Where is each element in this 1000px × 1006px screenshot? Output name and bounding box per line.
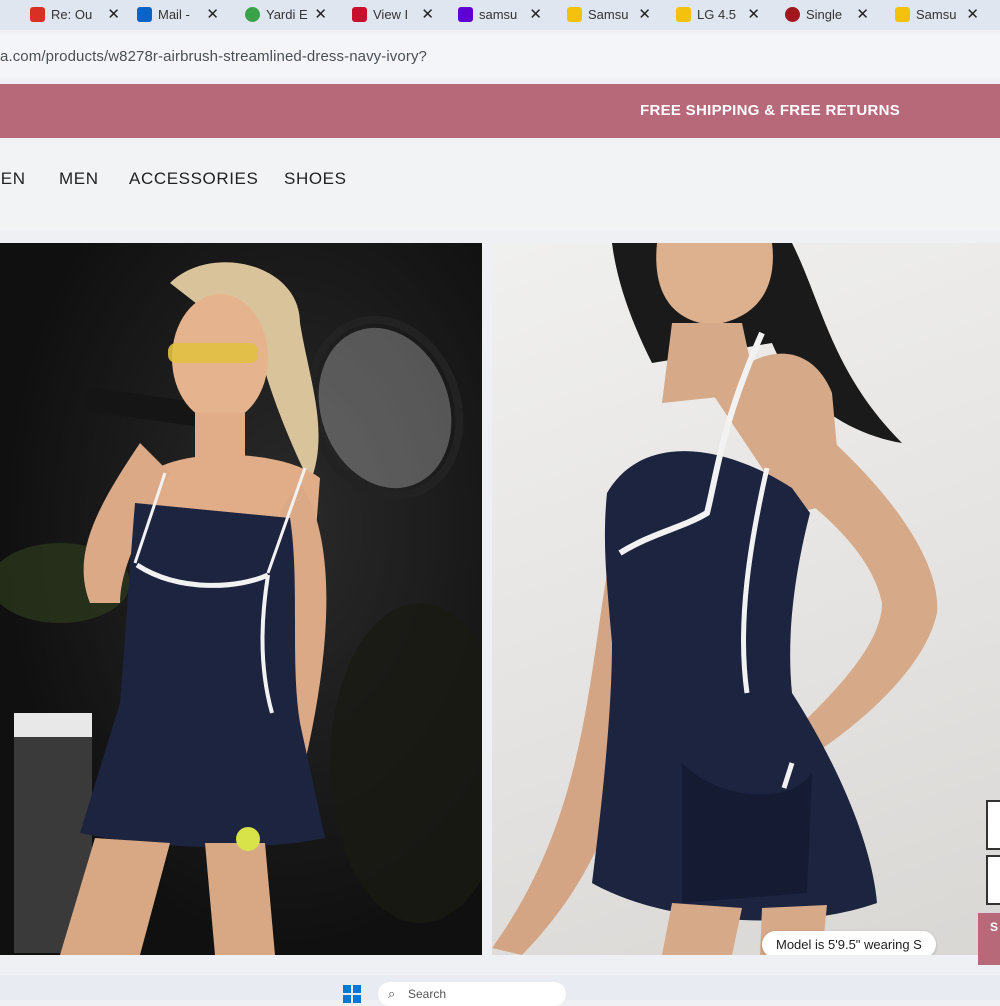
tab-yahoo-search[interactable]: samsu ✕ bbox=[458, 0, 542, 28]
tab-yardi[interactable]: Yardi E ✕ bbox=[245, 0, 327, 28]
close-tab-icon[interactable]: ✕ bbox=[747, 5, 760, 23]
close-tab-icon[interactable]: ✕ bbox=[638, 5, 651, 23]
tab-title: samsu bbox=[479, 6, 518, 22]
product-photo-studio bbox=[492, 243, 938, 955]
tab-single[interactable]: Single ✕ bbox=[785, 0, 869, 28]
address-bar[interactable]: a.com/products/w8278r-airbrush-streamlin… bbox=[0, 34, 1000, 78]
model-size-badge: Model is 5'9.5" wearing S bbox=[762, 931, 936, 955]
samsung-icon bbox=[567, 6, 582, 22]
close-tab-icon[interactable]: ✕ bbox=[206, 5, 219, 23]
main-nav: MEN MEN ACCESSORIES SHOES bbox=[0, 140, 1000, 230]
tab-samsung-2[interactable]: Samsu ✕ bbox=[895, 0, 979, 28]
tab-title: LG 4.5 bbox=[697, 6, 737, 22]
yahoo-icon bbox=[458, 6, 473, 22]
tab-gmail[interactable]: Re: Ou ✕ bbox=[30, 0, 120, 28]
tab-title: Yardi E bbox=[266, 6, 308, 22]
tab-title: Single bbox=[806, 6, 843, 22]
taskbar-search-input[interactable]: ⌕ Search bbox=[378, 982, 566, 1006]
yardi-icon bbox=[245, 6, 260, 22]
promo-text: FREE SHIPPING & FREE RETURNS bbox=[640, 102, 901, 119]
lg-icon bbox=[676, 6, 691, 22]
add-to-bag-label: S bbox=[990, 920, 999, 934]
url-text: a.com/products/w8278r-airbrush-streamlin… bbox=[0, 48, 427, 65]
samsung-icon bbox=[895, 6, 910, 22]
promo-banner: FREE SHIPPING & FREE RETURNS bbox=[0, 84, 1000, 138]
nav-item-accessories[interactable]: ACCESSORIES bbox=[129, 169, 258, 189]
windows-start-icon[interactable] bbox=[343, 985, 361, 1003]
outlook-icon bbox=[137, 6, 152, 22]
product-image-2[interactable]: Model is 5'9.5" wearing S bbox=[492, 243, 1000, 955]
nav-item-shoes[interactable]: SHOES bbox=[284, 169, 347, 189]
product-photo-tennis bbox=[0, 262, 482, 955]
tab-outlook[interactable]: Mail - ✕ bbox=[137, 0, 219, 28]
tab-title: Mail - bbox=[158, 6, 190, 22]
close-tab-icon[interactable]: ✕ bbox=[421, 5, 434, 23]
close-tab-icon[interactable]: ✕ bbox=[856, 5, 869, 23]
browser-tab-strip: Re: Ou ✕ Mail - ✕ Yardi E ✕ View I ✕ sam… bbox=[0, 0, 1000, 30]
close-tab-icon[interactable]: ✕ bbox=[966, 5, 979, 23]
tab-title: View I bbox=[373, 6, 409, 22]
gmail-icon bbox=[30, 6, 45, 22]
os-taskbar: ⌕ Search bbox=[0, 975, 1000, 1006]
nav-item-women[interactable]: MEN bbox=[0, 169, 26, 189]
single-icon bbox=[785, 6, 800, 22]
tab-lg[interactable]: LG 4.5 ✕ bbox=[676, 0, 760, 28]
tab-view[interactable]: View I ✕ bbox=[352, 0, 434, 28]
tab-title: Re: Ou bbox=[51, 6, 93, 22]
view-icon bbox=[352, 6, 367, 22]
size-option-swatch[interactable] bbox=[986, 855, 1000, 905]
close-tab-icon[interactable]: ✕ bbox=[314, 5, 327, 23]
tab-title: Samsu bbox=[588, 6, 629, 22]
tab-samsung[interactable]: Samsu ✕ bbox=[567, 0, 651, 28]
close-tab-icon[interactable]: ✕ bbox=[529, 5, 542, 23]
add-to-bag-button[interactable]: S bbox=[978, 913, 1000, 965]
product-image-1[interactable] bbox=[0, 243, 482, 955]
nav-item-men[interactable]: MEN bbox=[59, 169, 99, 189]
size-option-swatch[interactable] bbox=[986, 800, 1000, 850]
tab-title: Samsu bbox=[916, 6, 957, 22]
search-placeholder: Search bbox=[408, 987, 447, 1001]
close-tab-icon[interactable]: ✕ bbox=[107, 5, 120, 23]
